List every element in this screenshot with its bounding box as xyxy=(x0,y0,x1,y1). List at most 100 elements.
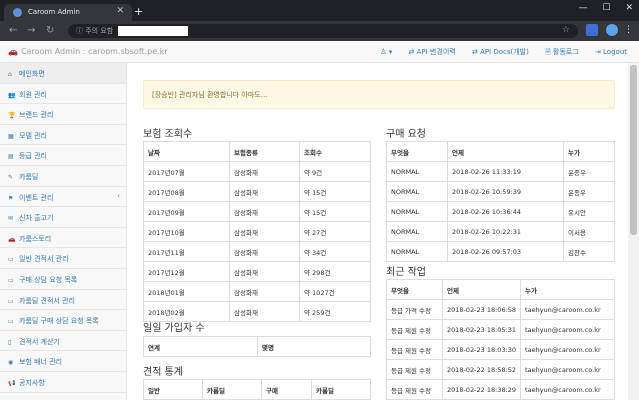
cell: NORMAL xyxy=(386,241,448,262)
sidebar-item-label: 카룸스토리 xyxy=(19,234,52,243)
sidebar-item-purchase-consult[interactable]: ▭ 구매 상담 요청 목록 xyxy=(0,269,126,290)
sidebar-item-label: 신차 출고기 xyxy=(19,214,54,223)
cell: taehyun@caroom.co.kr xyxy=(520,359,615,380)
sidebar-item-notices[interactable]: 📢 공지사항 xyxy=(0,372,126,393)
megaphone-icon: 📢 xyxy=(8,379,16,387)
address-bar[interactable]: ⓘ 주의 요함 ☆ xyxy=(68,24,578,38)
document-icon: ▭ xyxy=(8,297,14,305)
browser-tab[interactable]: Caroom Admin ✕ xyxy=(4,4,132,21)
car-icon: 🚗 xyxy=(8,235,16,243)
table-row: 등급 제원 수정 2018-02-22 18:58:52 taehyun@caroo… xyxy=(386,359,615,380)
security-indicator[interactable]: ⓘ 주의 요함 xyxy=(76,26,113,36)
sidebar-item-quote-calculator[interactable]: ▯ 견적서 계산기 xyxy=(0,331,126,352)
maximize-icon[interactable]: ☐ xyxy=(603,3,611,13)
signup-table: 연계 몇명 xyxy=(143,336,371,357)
column-header: 날짜 xyxy=(143,141,230,162)
scrollbar-thumb[interactable] xyxy=(630,65,637,235)
column-header: 카룸딜 xyxy=(311,379,371,400)
column-header: 무엇을 xyxy=(386,279,443,300)
cell: taehyun@caroom.co.kr xyxy=(520,299,615,320)
sidebar-item-new-car-release[interactable]: ✉ 신차 출고기 xyxy=(0,207,126,228)
user-menu-dropdown[interactable]: ♙ ▾ xyxy=(380,48,392,56)
cell: 약 1027건 xyxy=(299,281,371,302)
edit-icon: ✉ xyxy=(8,215,14,223)
sidebar-item-events[interactable]: ⚑ 이벤트 관리 ‹ xyxy=(0,187,126,208)
page-scrollbar[interactable] xyxy=(628,63,639,400)
sidebar-item-members[interactable]: 👥 회원 관리 xyxy=(0,84,126,105)
purchase-title: 구매 요청 xyxy=(386,129,426,140)
tag-icon: ✎ xyxy=(8,173,14,181)
minimize-icon[interactable]: — xyxy=(579,3,588,13)
sidebar-item-deal-purchase-consult[interactable]: ▭ 카룸딜 구매 상담 요청 목록 xyxy=(0,310,126,331)
table-row: 2017년08월 삼성화재 약 15건 xyxy=(143,181,371,202)
cell: 2017년08월 xyxy=(143,181,230,202)
cell: 2018-02-23 18:06:58 xyxy=(441,299,522,320)
sidebar-item-label: 카룸딜 구매 상담 요청 목록 xyxy=(19,317,99,326)
cell: 등급 가격 수정 xyxy=(386,299,443,320)
cell: NORMAL xyxy=(386,201,448,222)
cell: 이서용 xyxy=(563,221,615,242)
trophy-icon: 🏆 xyxy=(8,112,16,120)
brand[interactable]: 🚗 Caroom Admin : caroom.sbsoft.pe.kr xyxy=(8,47,168,56)
table-header-row: 무엇을 언제 누가 xyxy=(386,279,615,300)
sidebar-item-label: 등급 관리 xyxy=(19,152,47,161)
profile-avatar-icon[interactable] xyxy=(606,24,618,36)
sidebar-item-grades[interactable]: ▤ 등급 관리 xyxy=(0,145,126,166)
cell: 등급 제원 수정 xyxy=(386,359,443,380)
sidebar-item-home[interactable]: ⌂ 메인화면 xyxy=(0,63,126,84)
cell: 약 27건 xyxy=(299,221,371,242)
logout-link[interactable]: ⇥ Logout xyxy=(595,48,627,56)
car-icon: 🚗 xyxy=(8,47,18,56)
forward-icon[interactable]: → xyxy=(27,25,35,36)
sidebar-item-general-quotes[interactable]: ▭ 일반 견적서 관리 xyxy=(0,248,126,269)
chevron-left-icon[interactable]: ‹ xyxy=(117,192,120,200)
close-window-icon[interactable]: ✕ xyxy=(625,3,633,13)
cell: 2018-02-26 10:36:44 xyxy=(447,201,564,222)
column-header: 구매 xyxy=(261,379,312,400)
extension-shield-icon[interactable] xyxy=(586,24,598,36)
bookmark-star-icon[interactable]: ☆ xyxy=(562,25,570,35)
cell: 2018-02-26 10:59:39 xyxy=(447,181,564,202)
app-navbar: 🚗 Caroom Admin : caroom.sbsoft.pe.kr ♙ ▾ … xyxy=(0,41,639,63)
cell: 삼성화재 xyxy=(229,281,300,302)
table-row: 2017년09월 삼성화재 약 15건 xyxy=(143,201,371,222)
cell: 윤종우 xyxy=(563,181,615,202)
sidebar-item-brands[interactable]: 🏆 브랜드 관리 xyxy=(0,104,126,125)
sidebar-item-deal-quotes[interactable]: ▭ 카룸딜 견적서 관리 xyxy=(0,290,126,311)
recent-table: 무엇을 언제 누가 등급 가격 수정 2018-02-23 18:06:58 tae… xyxy=(386,279,615,400)
api-changes-link[interactable]: ⇄ API 변경이력 xyxy=(409,48,456,56)
sidebar-item-models[interactable]: ▦ 모델 관리 xyxy=(0,125,126,146)
column-header: 언제 xyxy=(441,279,522,300)
sidebar-item-caroom-deal[interactable]: ✎ 카룸딜 xyxy=(0,166,126,187)
browser-menu-icon[interactable]: ⋮ xyxy=(624,25,633,35)
document-icon: ▭ xyxy=(8,318,14,326)
browser-toolbar: ← → ↻ ⓘ 주의 요함 ☆ ⋮ xyxy=(0,21,639,41)
cell: 2018-02-23 18:05:31 xyxy=(441,319,522,340)
activity-log-link[interactable]: 🗎 활동로그 xyxy=(545,48,579,56)
column-header: 연계 xyxy=(143,336,258,357)
back-icon[interactable]: ← xyxy=(9,25,17,36)
cell: 유시안 xyxy=(563,201,615,222)
list-icon: ▤ xyxy=(8,153,14,161)
column-header: 조회수 xyxy=(299,141,371,162)
nav-links: ♙ ▾ ⇄ API 변경이력 ⇄ API Docs(개발) 🗎 활동로그 ⇥ L… xyxy=(366,47,627,59)
column-header: 누가 xyxy=(520,279,615,300)
cell: 약 34건 xyxy=(299,241,371,262)
cell: 2017년10월 xyxy=(143,221,230,242)
column-header: 무엇을 xyxy=(386,141,448,162)
sidebar-item-caroom-story[interactable]: 🚗 카룸스토리 xyxy=(0,228,126,249)
cell: NORMAL xyxy=(386,221,448,242)
cell: taehyun@caroom.co.kr xyxy=(520,319,615,340)
api-docs-link[interactable]: ⇄ API Docs(개발) xyxy=(472,48,529,56)
new-tab-button[interactable]: + xyxy=(134,5,143,18)
close-tab-icon[interactable]: ✕ xyxy=(116,6,124,16)
sidebar-item-insurance-banner[interactable]: ◉ 보험 배너 관리 xyxy=(0,351,126,372)
url-field[interactable] xyxy=(118,26,188,36)
sidebar-item-label: 카룸딜 견적서 관리 xyxy=(19,296,75,305)
column-header: 누가 xyxy=(563,141,615,162)
cell: 약 9건 xyxy=(299,161,371,182)
reload-icon[interactable]: ↻ xyxy=(46,25,54,36)
sidebar-item-label: 카룸딜 xyxy=(19,172,39,181)
cell: 2017년09월 xyxy=(143,201,230,222)
table-row: 2018년01월 삼성화재 약 1027건 xyxy=(143,281,371,302)
